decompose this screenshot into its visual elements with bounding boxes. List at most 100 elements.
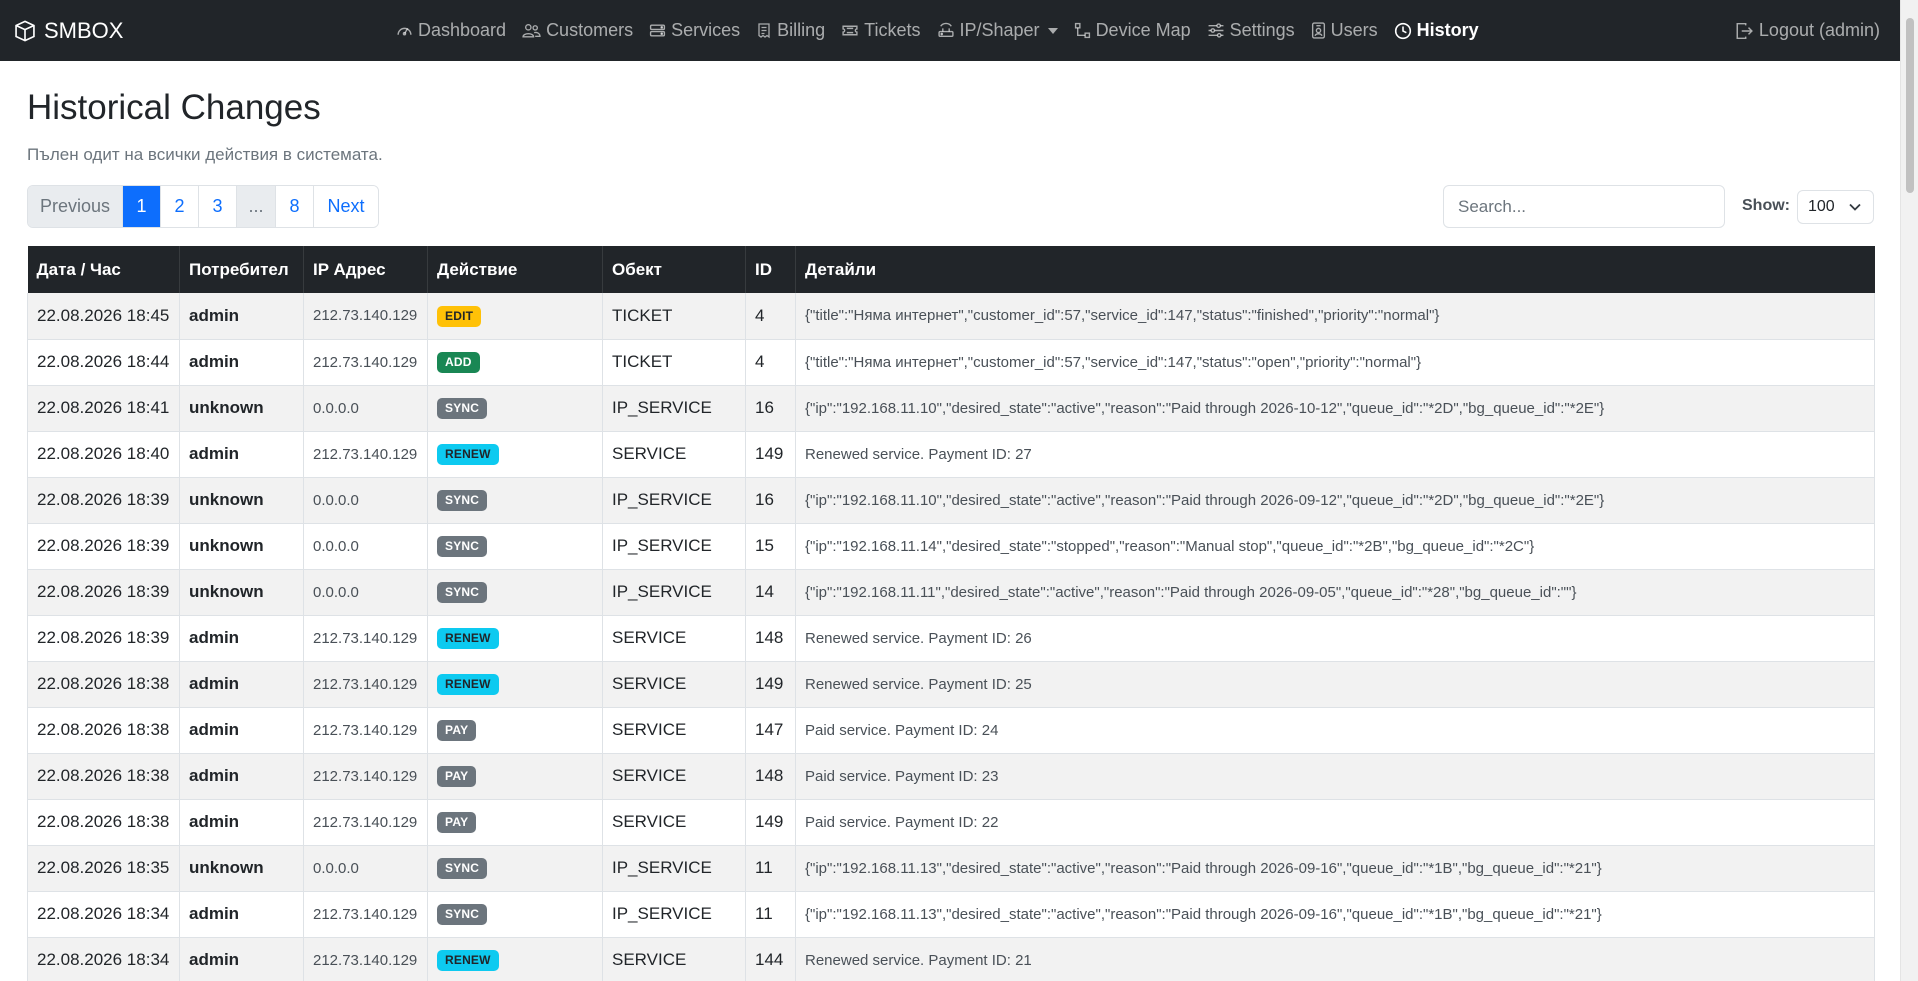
clock-history-icon	[1394, 22, 1411, 39]
table-row[interactable]: 22.08.2026 18:34 admin 212.73.140.129 RENEW…	[27, 937, 1875, 981]
search-input[interactable]	[1443, 185, 1725, 228]
pagination: Previous 1 2 3 ... 8 Next	[27, 185, 379, 228]
column-header-ip[interactable]: IP Адрес	[303, 246, 428, 293]
cell-details: Renewed service. Payment ID: 21	[795, 937, 1875, 981]
cell-date: 22.08.2026 18:41	[27, 385, 180, 432]
column-header-action[interactable]: Действие	[427, 246, 603, 293]
nav-services[interactable]: Services	[641, 0, 748, 61]
box-arrow-right-icon	[1736, 22, 1753, 39]
action-badge: RENEW	[437, 674, 499, 695]
cell-id: 11	[745, 891, 796, 938]
cell-date: 22.08.2026 18:38	[27, 707, 180, 754]
nav-device-map[interactable]: Device Map	[1066, 0, 1199, 61]
action-badge: SYNC	[437, 904, 488, 925]
table-row[interactable]: 22.08.2026 18:34 admin 212.73.140.129 SYNC I…	[27, 891, 1875, 938]
table-row[interactable]: 22.08.2026 18:38 admin 212.73.140.129 PAY SE…	[27, 753, 1875, 800]
cell-date: 22.08.2026 18:38	[27, 661, 180, 708]
cell-date: 22.08.2026 18:39	[27, 615, 180, 662]
cell-user: unknown	[179, 385, 304, 432]
show-select-value: 100	[1808, 198, 1835, 215]
column-header-id[interactable]: ID	[745, 246, 796, 293]
brand-link[interactable]: SMBOX	[14, 0, 123, 61]
diagram-icon	[1074, 22, 1090, 39]
cell-details: Paid service. Payment ID: 24	[795, 707, 1875, 754]
table-row[interactable]: 22.08.2026 18:35 unknown 0.0.0.0 SYNC IP_SER…	[27, 845, 1875, 892]
table-row[interactable]: 22.08.2026 18:39 unknown 0.0.0.0 SYNC IP_SER…	[27, 477, 1875, 524]
table-row[interactable]: 22.08.2026 18:40 admin 212.73.140.129 RENEW…	[27, 431, 1875, 478]
cell-action: PAY	[427, 707, 603, 754]
action-badge: RENEW	[437, 444, 499, 465]
cell-ip: 212.73.140.129	[303, 753, 428, 800]
scrollbar-thumb[interactable]	[1906, 18, 1914, 193]
cell-id: 149	[745, 661, 796, 708]
cell-object: IP_SERVICE	[602, 523, 746, 570]
cell-user: admin	[179, 431, 304, 478]
cell-details: Paid service. Payment ID: 22	[795, 799, 1875, 846]
table-row[interactable]: 22.08.2026 18:39 unknown 0.0.0.0 SYNC IP_SER…	[27, 569, 1875, 616]
cell-action: RENEW	[427, 615, 603, 662]
nav-dashboard[interactable]: Dashboard	[388, 0, 514, 61]
pagination-page-3[interactable]: 3	[199, 186, 237, 227]
cell-details: {"title":"Няма интернет","customer_id":5…	[795, 339, 1875, 386]
table-row[interactable]: 22.08.2026 18:38 admin 212.73.140.129 PAY SE…	[27, 799, 1875, 846]
nav-users[interactable]: Users	[1303, 0, 1386, 61]
nav-settings[interactable]: Settings	[1199, 0, 1303, 61]
nav-history[interactable]: History	[1386, 0, 1487, 61]
pagination-page-8[interactable]: 8	[276, 186, 314, 227]
nav-ip-shaper[interactable]: IP/Shaper	[929, 0, 1066, 61]
table-row[interactable]: 22.08.2026 18:39 admin 212.73.140.129 RENEW…	[27, 615, 1875, 662]
table-row[interactable]: 22.08.2026 18:45 admin 212.73.140.129 EDIT T…	[27, 293, 1875, 340]
cell-ip: 0.0.0.0	[303, 845, 428, 892]
cell-details: Renewed service. Payment ID: 26	[795, 615, 1875, 662]
page-scrollbar[interactable]	[1900, 0, 1918, 981]
cell-ip: 0.0.0.0	[303, 385, 428, 432]
cell-user: admin	[179, 339, 304, 386]
pagination-page-1[interactable]: 1	[123, 186, 161, 227]
cell-id: 147	[745, 707, 796, 754]
table-row[interactable]: 22.08.2026 18:39 unknown 0.0.0.0 SYNC IP_SER…	[27, 523, 1875, 570]
table-row[interactable]: 22.08.2026 18:38 admin 212.73.140.129 RENEW…	[27, 661, 1875, 708]
cell-ip: 212.73.140.129	[303, 937, 428, 981]
cell-object: SERVICE	[602, 799, 746, 846]
show-select[interactable]: 100	[1797, 190, 1874, 224]
cell-date: 22.08.2026 18:34	[27, 937, 180, 981]
cell-action: RENEW	[427, 661, 603, 708]
pagination-next[interactable]: Next	[314, 186, 378, 227]
action-badge: SYNC	[437, 858, 488, 879]
table-header-row: Дата / Час Потребител IP Адрес Действие …	[27, 246, 1875, 293]
table-row[interactable]: 22.08.2026 18:41 unknown 0.0.0.0 SYNC IP_SER…	[27, 385, 1875, 432]
cell-id: 149	[745, 431, 796, 478]
cell-date: 22.08.2026 18:40	[27, 431, 180, 478]
cell-date: 22.08.2026 18:44	[27, 339, 180, 386]
cell-id: 4	[745, 339, 796, 386]
table-row[interactable]: 22.08.2026 18:44 admin 212.73.140.129 ADD TI…	[27, 339, 1875, 386]
cell-details: {"title":"Няма интернет","customer_id":5…	[795, 293, 1875, 340]
cell-object: SERVICE	[602, 707, 746, 754]
cell-user: admin	[179, 937, 304, 981]
nav-tickets[interactable]: Tickets	[833, 0, 928, 61]
cell-date: 22.08.2026 18:38	[27, 799, 180, 846]
pagination-previous[interactable]: Previous	[28, 186, 123, 227]
table-row[interactable]: 22.08.2026 18:38 admin 212.73.140.129 PAY SE…	[27, 707, 1875, 754]
cell-user: admin	[179, 707, 304, 754]
action-badge: SYNC	[437, 536, 488, 557]
brand-name: SMBOX	[44, 17, 124, 43]
column-header-date[interactable]: Дата / Час	[27, 246, 180, 293]
action-badge: PAY	[437, 766, 477, 787]
logout-link[interactable]: Logout (admin)	[1735, 0, 1880, 61]
nav-billing[interactable]: Billing	[748, 0, 833, 61]
cell-details: {"ip":"192.168.11.13","desired_state":"a…	[795, 845, 1875, 892]
cell-user: unknown	[179, 523, 304, 570]
pagination-page-2[interactable]: 2	[161, 186, 199, 227]
column-header-details[interactable]: Детайли	[795, 246, 1875, 293]
cell-action: SYNC	[427, 385, 603, 432]
column-header-object[interactable]: Обект	[602, 246, 746, 293]
action-badge: EDIT	[437, 305, 482, 327]
cell-ip: 212.73.140.129	[303, 707, 428, 754]
cell-details: {"ip":"192.168.11.10","desired_state":"a…	[795, 477, 1875, 524]
speedometer-icon	[397, 27, 412, 36]
nav-customers[interactable]: Customers	[514, 0, 641, 61]
action-badge: SYNC	[437, 490, 488, 511]
column-header-user[interactable]: Потребител	[179, 246, 304, 293]
cell-id: 144	[745, 937, 796, 981]
